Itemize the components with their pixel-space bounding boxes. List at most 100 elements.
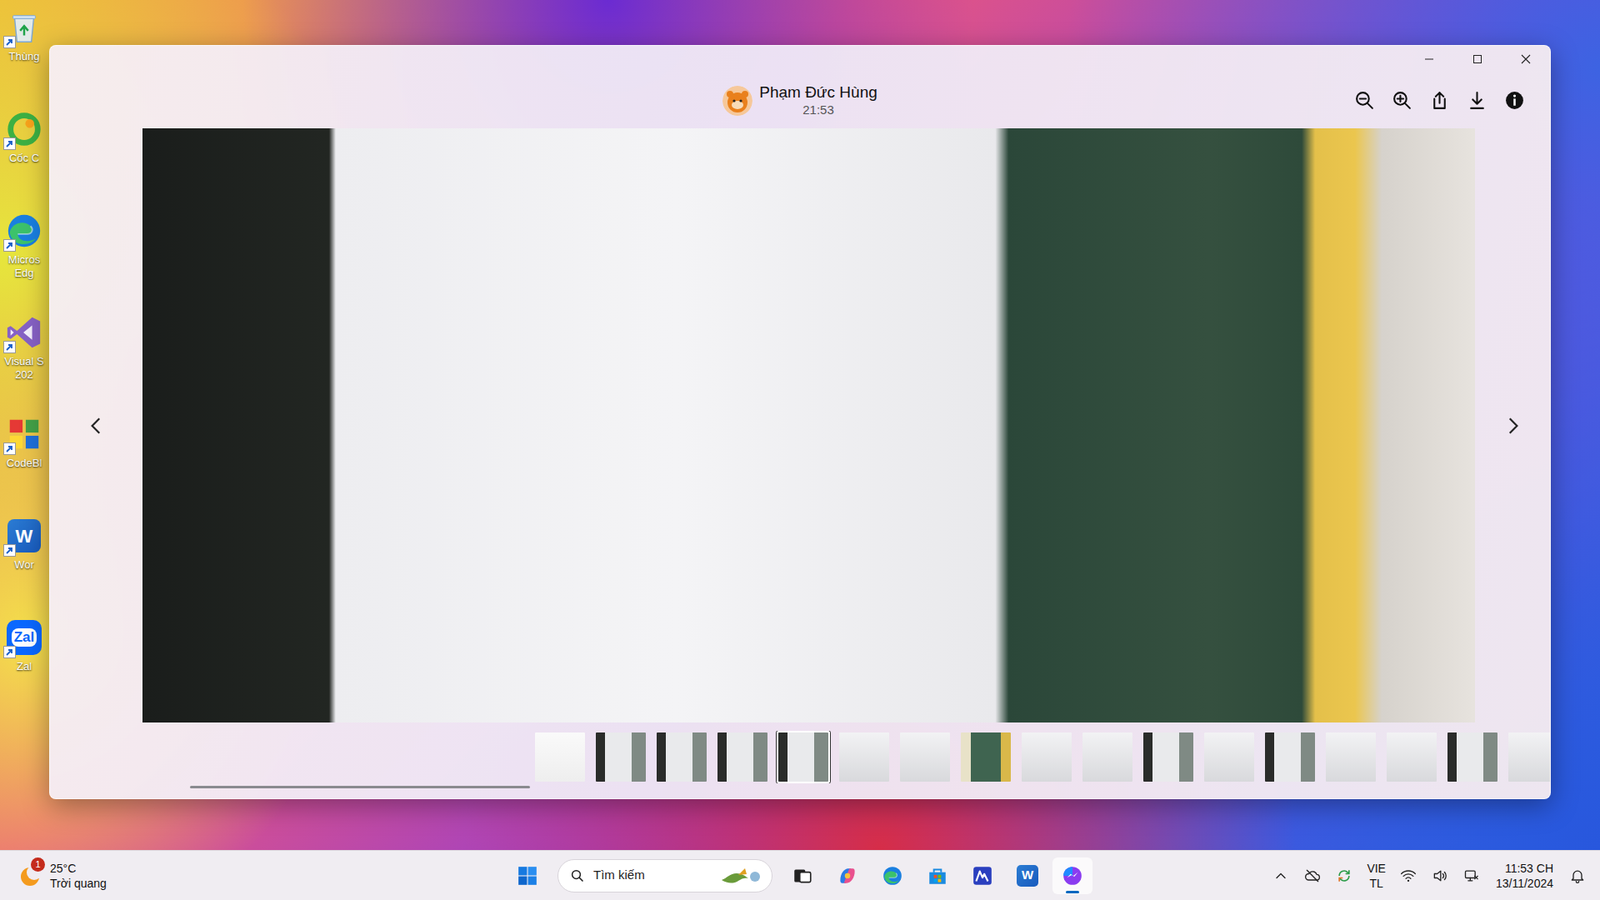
- desktop-icon-label: Micros Edg: [0, 253, 49, 280]
- scrollbar-thumb[interactable]: [190, 785, 530, 789]
- icon-shape: [971, 865, 994, 887]
- weather-widget[interactable]: 125°CTrời quang: [0, 860, 508, 891]
- word-app-button[interactable]: W: [1007, 857, 1048, 895]
- icon-shape: [938, 874, 942, 878]
- icon-shape: [528, 866, 537, 875]
- sync-icon[interactable]: [1330, 859, 1359, 893]
- thumbnail[interactable]: [1385, 730, 1439, 784]
- viewer-stage: [50, 128, 1550, 723]
- maximize-button[interactable]: [1453, 45, 1502, 73]
- icon-shape: [722, 85, 753, 116]
- thumbnail[interactable]: [1263, 730, 1317, 784]
- icon-shape: [1442, 871, 1446, 880]
- vs-icon: [5, 313, 44, 352]
- zoom-in-icon[interactable]: [1383, 84, 1421, 118]
- messenger-app-button[interactable]: [1052, 857, 1093, 895]
- start-button[interactable]: [507, 857, 548, 895]
- shortcut-arrow-icon: [3, 442, 16, 455]
- show-hidden-icons-icon[interactable]: [1266, 859, 1295, 893]
- thumbnail[interactable]: [776, 730, 830, 784]
- share-icon[interactable]: [1420, 84, 1459, 118]
- search-icon: [570, 868, 585, 884]
- desktop-icon[interactable]: Visual S 202: [0, 308, 49, 410]
- desktop-icon[interactable]: ZalZal: [0, 613, 49, 715]
- icon-shape: [3, 544, 16, 557]
- onedrive-icon[interactable]: [1298, 859, 1327, 893]
- language-code: VIE: [1366, 860, 1386, 876]
- wifi-icon[interactable]: [1394, 859, 1423, 893]
- network-icon[interactable]: [1457, 859, 1486, 893]
- desktop-icon[interactable]: Cốc C: [0, 105, 49, 207]
- icon-shape: [1434, 92, 1445, 109]
- desktop-icon[interactable]: WWor: [0, 511, 49, 614]
- desktop-icon[interactable]: Micros Edg: [0, 206, 49, 309]
- icon-shape: [740, 99, 743, 102]
- thumbnail[interactable]: [715, 730, 770, 784]
- desktop-icon-label: Zal: [0, 660, 49, 674]
- download-icon[interactable]: [1458, 84, 1496, 118]
- thumbnail[interactable]: [1141, 730, 1195, 784]
- thumbnail[interactable]: [1080, 730, 1135, 784]
- thumbnail-image: [1447, 732, 1498, 782]
- mathtype-app-button[interactable]: [962, 857, 1003, 895]
- desktop-icon[interactable]: CodeBl: [0, 410, 49, 512]
- icon-shape: [883, 866, 902, 885]
- icon-shape: [91, 418, 100, 433]
- icon-shape: [934, 874, 938, 878]
- clock[interactable]: 11:53 CH13/11/2024: [1489, 860, 1560, 891]
- previous-arrow-icon[interactable]: [85, 415, 108, 437]
- desktop-icon-label: Wor: [0, 558, 49, 572]
- icon-shape: [1272, 867, 1290, 885]
- thumbnail[interactable]: [1506, 730, 1550, 784]
- temperature: 25°C: [50, 860, 107, 876]
- thumbnail[interactable]: [959, 730, 1013, 784]
- zoom-out-icon[interactable]: [1345, 84, 1384, 118]
- store-app-button[interactable]: [917, 857, 958, 895]
- desktop-icon[interactable]: Thùng: [0, 3, 49, 105]
- thumbnail[interactable]: [837, 730, 891, 784]
- icon-shape: [889, 872, 898, 877]
- copilot-app-button[interactable]: [827, 857, 868, 895]
- logo-glyph: W: [1021, 865, 1034, 885]
- thumbnail[interactable]: [1202, 730, 1256, 784]
- thumbnail[interactable]: [655, 730, 709, 784]
- input-language[interactable]: VIETL: [1361, 860, 1391, 891]
- icon-shape: [1276, 873, 1285, 878]
- icon-shape: [20, 25, 29, 35]
- thumbnail[interactable]: [1020, 730, 1074, 784]
- thumbnail[interactable]: [594, 730, 648, 784]
- thumbnail[interactable]: [1324, 730, 1378, 784]
- icon-shape: [1401, 870, 1416, 878]
- search-input[interactable]: [591, 865, 712, 886]
- shortcut-arrow-icon: [3, 239, 16, 252]
- thumbnail[interactable]: [898, 730, 952, 784]
- sender-name: Phạm Đức Hùng: [759, 83, 878, 102]
- icon-shape: [1510, 418, 1518, 433]
- close-button[interactable]: [1501, 45, 1550, 73]
- notifications-bell-icon[interactable]: [1563, 859, 1592, 893]
- icon-shape: [1063, 866, 1082, 885]
- next-arrow-icon[interactable]: [1501, 415, 1524, 437]
- minimize-button[interactable]: [1405, 45, 1454, 73]
- thumbnail-image: [960, 732, 1011, 782]
- time: 11:53 CH: [1495, 860, 1554, 876]
- edge-app-button[interactable]: [872, 857, 913, 895]
- info-icon[interactable]: [1495, 84, 1534, 118]
- icon-shape: [726, 90, 734, 98]
- thumbnail[interactable]: [533, 730, 587, 784]
- search-box[interactable]: [557, 859, 773, 893]
- thumbnail-image: [1143, 732, 1194, 782]
- taskview-app-button[interactable]: [782, 857, 823, 895]
- thumbnail-scrollbar[interactable]: [190, 785, 1550, 789]
- thumbnail[interactable]: [1445, 730, 1500, 784]
- thumbnail-image: [1021, 732, 1072, 782]
- icon-shape: [4, 36, 16, 49]
- icon-shape: [4, 138, 16, 150]
- photo: [142, 128, 1475, 723]
- icon-shape: [4, 545, 16, 557]
- icon-shape: [1431, 867, 1449, 885]
- volume-icon[interactable]: [1425, 859, 1455, 893]
